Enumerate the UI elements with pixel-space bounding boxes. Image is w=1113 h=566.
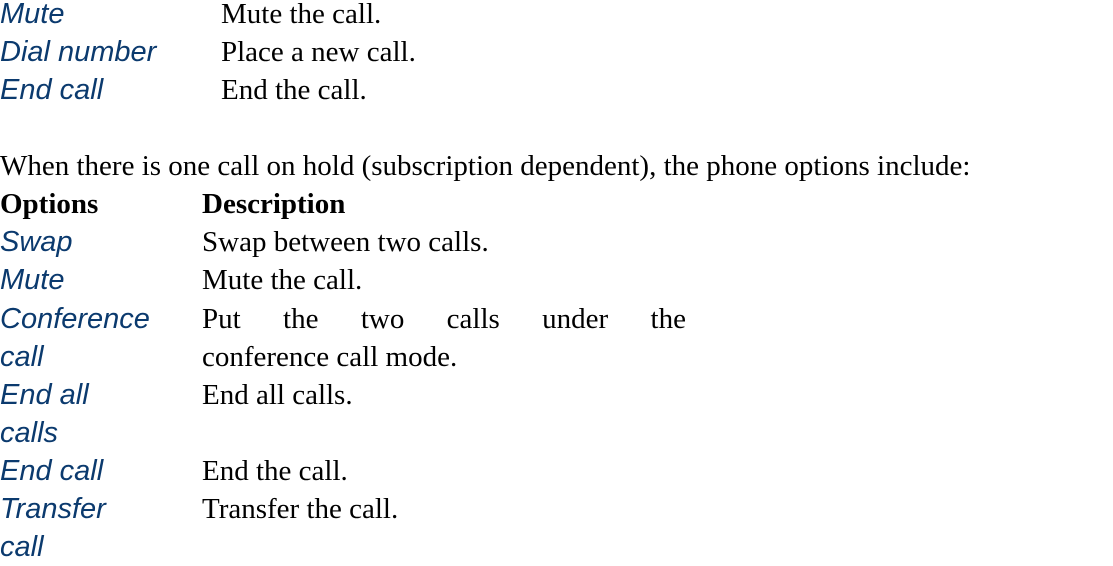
option-transfer-call-line1: Transfer — [0, 493, 106, 525]
description-conference-call-line2: conference call mode. — [202, 341, 458, 373]
header-description: Description — [202, 188, 346, 220]
header-options: Options — [0, 188, 99, 220]
intro-paragraph: When there is one call on hold (subscrip… — [0, 150, 971, 182]
option-end-all-calls-line2: calls — [0, 417, 59, 449]
description-mute: Mute the call. — [221, 0, 382, 30]
word: calls — [446, 303, 500, 335]
option-end-all-calls-line1: End all — [0, 379, 89, 411]
description-dial-number: Place a new call. — [221, 36, 416, 68]
description-conference-call-line1: Put the two calls under the — [202, 300, 686, 338]
word: two — [360, 303, 405, 335]
option-end-call: End call — [0, 74, 104, 106]
word: Put — [202, 303, 241, 335]
option-swap: Swap — [0, 226, 73, 258]
description-mute-hold: Mute the call. — [202, 264, 363, 296]
description-end-call-hold: End the call. — [202, 455, 348, 487]
option-end-call-hold: End call — [0, 455, 104, 487]
description-swap: Swap between two calls. — [202, 226, 489, 258]
word: the — [650, 303, 686, 335]
option-mute-hold: Mute — [0, 264, 65, 296]
description-end-call: End the call. — [221, 74, 367, 106]
description-transfer-call: Transfer the call. — [202, 493, 399, 525]
option-mute: Mute — [0, 0, 65, 30]
word: the — [283, 303, 319, 335]
option-conference-call-line1: Conference — [0, 303, 150, 335]
option-dial-number: Dial number — [0, 36, 157, 68]
word: under — [542, 303, 609, 335]
option-transfer-call-line2: call — [0, 531, 44, 563]
description-end-all-calls: End all calls. — [202, 379, 353, 411]
option-conference-call-line2: call — [0, 341, 44, 373]
